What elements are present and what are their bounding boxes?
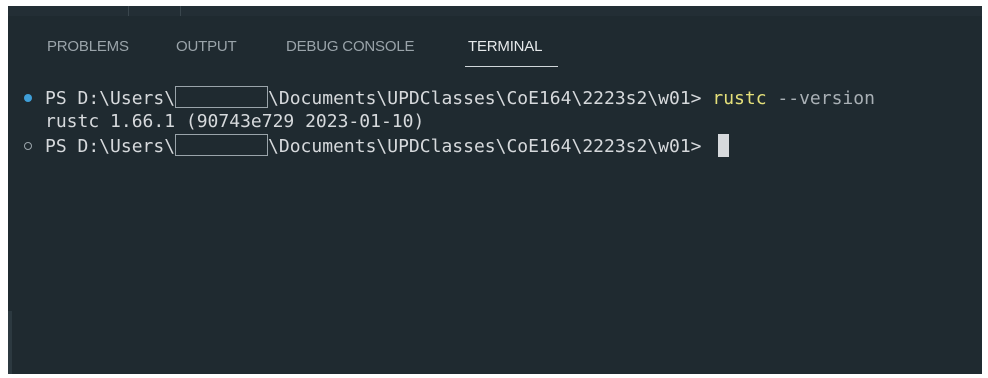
top-strip-divider (128, 6, 129, 16)
terminal-line: PS D:\Users\ \Documents\UPDClasses\CoE164… (8, 86, 875, 110)
tab-terminal[interactable]: TERMINAL (468, 38, 542, 55)
command-success-icon[interactable] (24, 94, 32, 102)
tab-debug-console[interactable]: DEBUG CONSOLE (286, 38, 414, 55)
command-name: rustc (712, 88, 767, 109)
prompt-suffix: \Documents\UPDClasses\CoE164\2223s2\w01> (268, 136, 713, 157)
redacted-username (175, 134, 269, 156)
top-strip-divider (180, 6, 181, 16)
terminal-cursor (718, 134, 730, 157)
command-idle-icon[interactable] (24, 142, 32, 150)
command-output: rustc 1.66.1 (90743e729 2023-01-10) (45, 111, 425, 132)
terminal-line-text: PS D:\Users\ \Documents\UPDClasses\CoE164… (45, 86, 875, 111)
panel-tabbar: PROBLEMS OUTPUT DEBUG CONSOLE TERMINAL (8, 28, 982, 68)
terminal-line: rustc 1.66.1 (90743e729 2023-01-10) (8, 110, 424, 134)
active-tab-indicator (465, 66, 558, 67)
terminal-panel: PROBLEMS OUTPUT DEBUG CONSOLE TERMINAL P… (8, 6, 982, 374)
prompt-prefix: PS D:\Users\ (45, 88, 176, 109)
prompt-prefix: PS D:\Users\ (45, 136, 176, 157)
tab-output[interactable]: OUTPUT (176, 38, 237, 55)
tab-problems[interactable]: PROBLEMS (47, 38, 129, 55)
redacted-username (175, 86, 269, 108)
prompt-suffix: \Documents\UPDClasses\CoE164\2223s2\w01> (268, 88, 713, 109)
top-strip (8, 6, 982, 16)
terminal-line: PS D:\Users\ \Documents\UPDClasses\CoE164… (8, 134, 730, 158)
scrollbar[interactable] (8, 311, 12, 374)
command-args: --version (766, 88, 875, 109)
terminal-line-text: PS D:\Users\ \Documents\UPDClasses\CoE164… (45, 134, 730, 159)
